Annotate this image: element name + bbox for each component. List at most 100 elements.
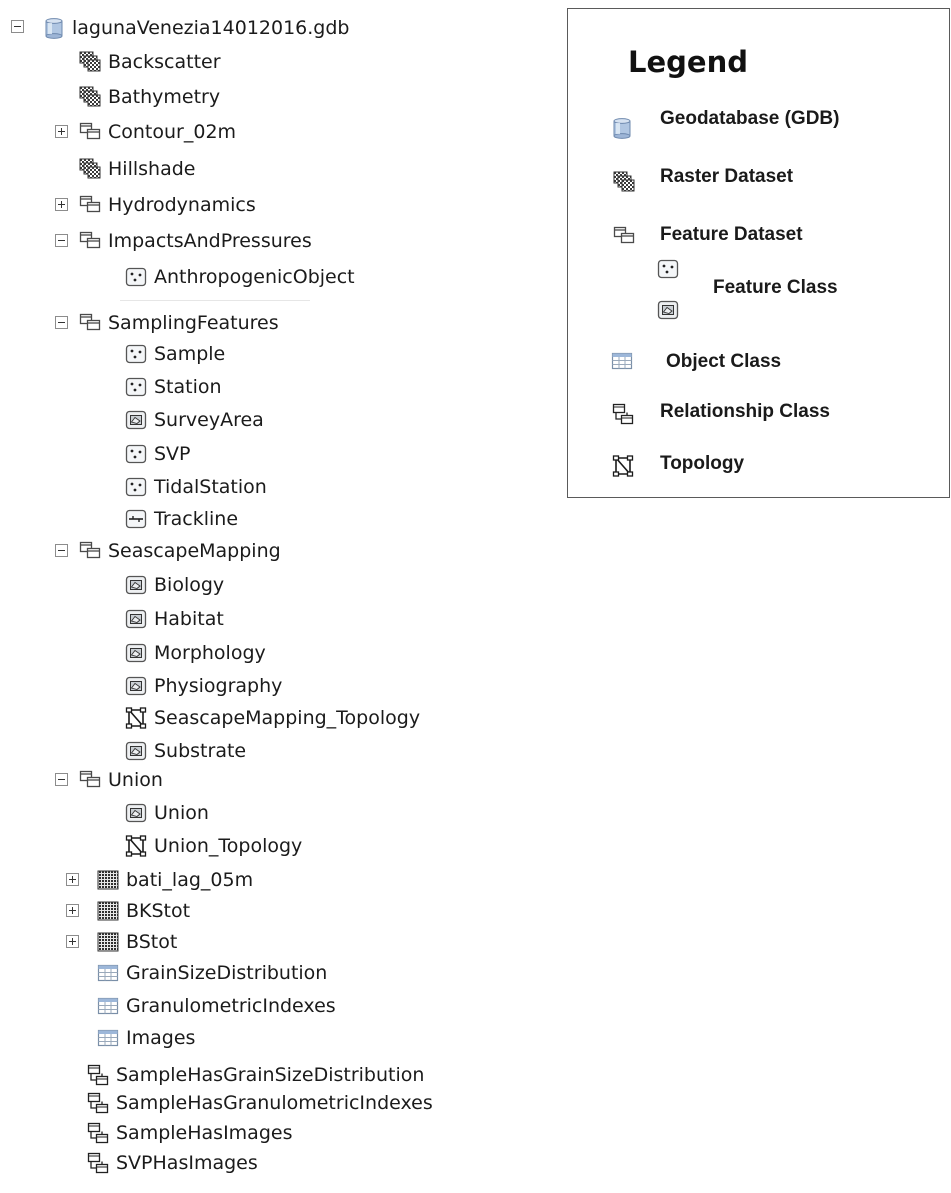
tree-item-label: SampleHasGranulometricIndexes [116, 1092, 433, 1114]
raster-dataset-icon [78, 85, 102, 109]
expand-toggle-2[interactable] [55, 125, 68, 138]
tree-item[interactable]: Station [124, 372, 222, 402]
tree-item-label: Union [154, 802, 209, 824]
table-icon [96, 961, 120, 985]
relationship-class-icon [86, 1063, 110, 1087]
point-feature-class-icon [124, 375, 148, 399]
tree-item-label: AnthropogenicObject [154, 266, 355, 288]
legend-relationship-class-label: Relationship Class [660, 401, 830, 422]
tree-item[interactable]: Backscatter [78, 47, 221, 77]
tree-item[interactable]: Morphology [124, 638, 266, 668]
tree-item[interactable]: Union [124, 798, 209, 828]
legend-geodatabase-label: Geodatabase (GDB) [660, 108, 840, 129]
tree-item[interactable]: SampleHasGrainSizeDistribution [86, 1060, 424, 1090]
tree-item-label: Substrate [154, 740, 247, 762]
tree-item[interactable]: Substrate [124, 736, 246, 766]
tree-item[interactable]: Contour_02m [78, 117, 236, 147]
feature-dataset-icon [78, 229, 102, 253]
tree-item-label: SurveyArea [154, 409, 264, 431]
tree-item-label: Backscatter [108, 51, 221, 73]
polygon-feature-class-icon [124, 674, 148, 698]
polygon-feature-class-icon [124, 607, 148, 631]
tree-item[interactable]: SampleHasGranulometricIndexes [86, 1088, 433, 1118]
table-icon [610, 349, 634, 373]
tree-item-label: lagunaVenezia14012016.gdb [72, 17, 350, 39]
tree-item[interactable]: SeascapeMapping_Topology [124, 703, 420, 733]
collapse-toggle-7[interactable] [55, 316, 68, 329]
tree-item[interactable]: ImpactsAndPressures [78, 226, 312, 256]
feature-dataset-icon [78, 311, 102, 335]
tree-item-label: ImpactsAndPressures [108, 230, 312, 252]
tree-item[interactable]: Sample [124, 339, 225, 369]
tree-item[interactable]: AnthropogenicObject [124, 262, 355, 292]
tree-item-label: Hydrodynamics [108, 194, 256, 216]
collapse-toggle-21[interactable] [55, 773, 68, 786]
table-icon [96, 994, 120, 1018]
tree-item[interactable]: SVP [124, 439, 191, 469]
raster-dataset-icon [78, 50, 102, 74]
geodatabase-icon [610, 116, 634, 140]
tree-divider [120, 300, 310, 301]
tree-item-label: Bathymetry [108, 86, 221, 108]
tree-item-label: SampleHasGrainSizeDistribution [116, 1064, 425, 1086]
tree-item-label: GranulometricIndexes [126, 995, 336, 1017]
polygon-feature-class-icon [656, 298, 680, 322]
tree-item-label: bati_lag_05m [126, 869, 254, 891]
raster-dataset-icon [612, 170, 636, 194]
tree-item[interactable]: SurveyArea [124, 405, 264, 435]
tree-root-geodatabase[interactable]: lagunaVenezia14012016.gdb [42, 13, 349, 43]
tree-item[interactable]: Biology [124, 570, 224, 600]
expand-toggle-24[interactable] [66, 873, 79, 886]
point-feature-class-icon [656, 257, 680, 281]
tree-item-label: Contour_02m [108, 121, 237, 143]
tree-item[interactable]: Trackline [124, 504, 238, 534]
tree-item-label: SamplingFeatures [108, 312, 279, 334]
feature-dataset-icon [78, 768, 102, 792]
raster-dataset-icon [78, 157, 102, 181]
tree-item[interactable]: BKStot [96, 896, 190, 926]
tree-item-label: Trackline [154, 508, 239, 530]
raster-grid-icon [96, 930, 120, 954]
collapse-toggle-root[interactable] [11, 20, 24, 33]
tree-item-label: Habitat [154, 608, 224, 630]
expand-toggle-26[interactable] [66, 935, 79, 948]
tree-item[interactable]: SVPHasImages [86, 1148, 258, 1178]
tree-item[interactable]: SampleHasImages [86, 1118, 292, 1148]
tree-item[interactable]: Bathymetry [78, 82, 220, 112]
tree-item-label: Sample [154, 343, 226, 365]
tree-item[interactable]: GrainSizeDistribution [96, 958, 327, 988]
relationship-class-icon [86, 1121, 110, 1145]
tree-item-label: GrainSizeDistribution [126, 962, 328, 984]
tree-item[interactable]: BStot [96, 927, 177, 957]
raster-grid-icon [96, 868, 120, 892]
polygon-feature-class-icon [124, 573, 148, 597]
point-feature-class-icon [124, 442, 148, 466]
tree-item[interactable]: Hillshade [78, 154, 195, 184]
line-feature-class-icon [124, 507, 148, 531]
relationship-class-icon [86, 1091, 110, 1115]
tree-item[interactable]: SeascapeMapping [78, 536, 281, 566]
tree-item-label: Images [126, 1027, 196, 1049]
tree-item[interactable]: TidalStation [124, 472, 267, 502]
tree-item-label: SVP [154, 443, 191, 465]
tree-item[interactable]: Hydrodynamics [78, 190, 256, 220]
legend-title: Legend [628, 45, 748, 79]
tree-item[interactable]: Union_Topology [124, 831, 302, 861]
tree-item[interactable]: Union [78, 765, 163, 795]
tree-item[interactable]: GranulometricIndexes [96, 991, 336, 1021]
expand-toggle-4[interactable] [55, 198, 68, 211]
expand-toggle-25[interactable] [66, 904, 79, 917]
tree-item[interactable]: Habitat [124, 604, 224, 634]
tree-item[interactable]: SamplingFeatures [78, 308, 279, 338]
tree-item[interactable]: bati_lag_05m [96, 865, 253, 895]
topology-icon [124, 834, 148, 858]
collapse-toggle-5[interactable] [55, 234, 68, 247]
tree-item[interactable]: Images [96, 1023, 195, 1053]
geodatabase-icon [42, 16, 66, 40]
tree-item-label: Hillshade [108, 158, 196, 180]
collapse-toggle-14[interactable] [55, 544, 68, 557]
legend-panel: Legend Geodatabase (GDB) Raster Dataset … [567, 8, 950, 498]
tree-item[interactable]: Physiography [124, 671, 282, 701]
legend-raster-dataset-label: Raster Dataset [660, 166, 794, 187]
tree-item-label: Physiography [154, 675, 283, 697]
